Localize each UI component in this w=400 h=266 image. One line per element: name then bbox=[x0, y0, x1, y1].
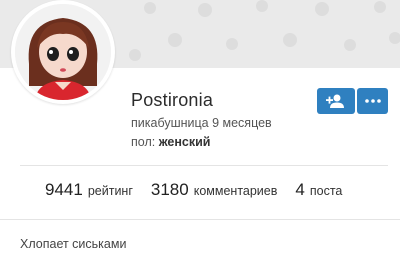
stat-label: комментариев bbox=[193, 184, 278, 198]
stat-label: рейтинг bbox=[87, 184, 133, 198]
more-button[interactable] bbox=[357, 88, 388, 114]
stat-value: 9441 bbox=[45, 180, 83, 199]
avatar[interactable] bbox=[11, 0, 115, 104]
stat-value: 3180 bbox=[150, 180, 189, 199]
profile-stats: 9441 рейтинг 3180 комментариев 4 поста bbox=[45, 180, 360, 204]
stat-rating: 9441 рейтинг bbox=[45, 180, 133, 200]
user-tenure: пикабушница 9 месяцев bbox=[131, 116, 272, 130]
stat-value: 4 bbox=[295, 180, 305, 199]
more-dots-icon bbox=[364, 99, 381, 103]
add-user-icon bbox=[326, 94, 344, 108]
avatar-image bbox=[15, 4, 111, 100]
subscribe-button[interactable] bbox=[317, 88, 355, 114]
stat-comments[interactable]: 3180 комментариев bbox=[151, 180, 278, 200]
gender-value: женский bbox=[158, 135, 211, 149]
profile-about: Хлопает сиськами bbox=[20, 237, 127, 251]
stat-posts[interactable]: 4 поста bbox=[295, 180, 342, 200]
divider bbox=[0, 219, 400, 220]
gender-label: пол: bbox=[131, 135, 156, 149]
user-gender: пол: женский bbox=[131, 135, 210, 149]
stat-label: поста bbox=[309, 184, 343, 198]
divider bbox=[20, 165, 388, 166]
username: Postironia bbox=[131, 90, 214, 110]
